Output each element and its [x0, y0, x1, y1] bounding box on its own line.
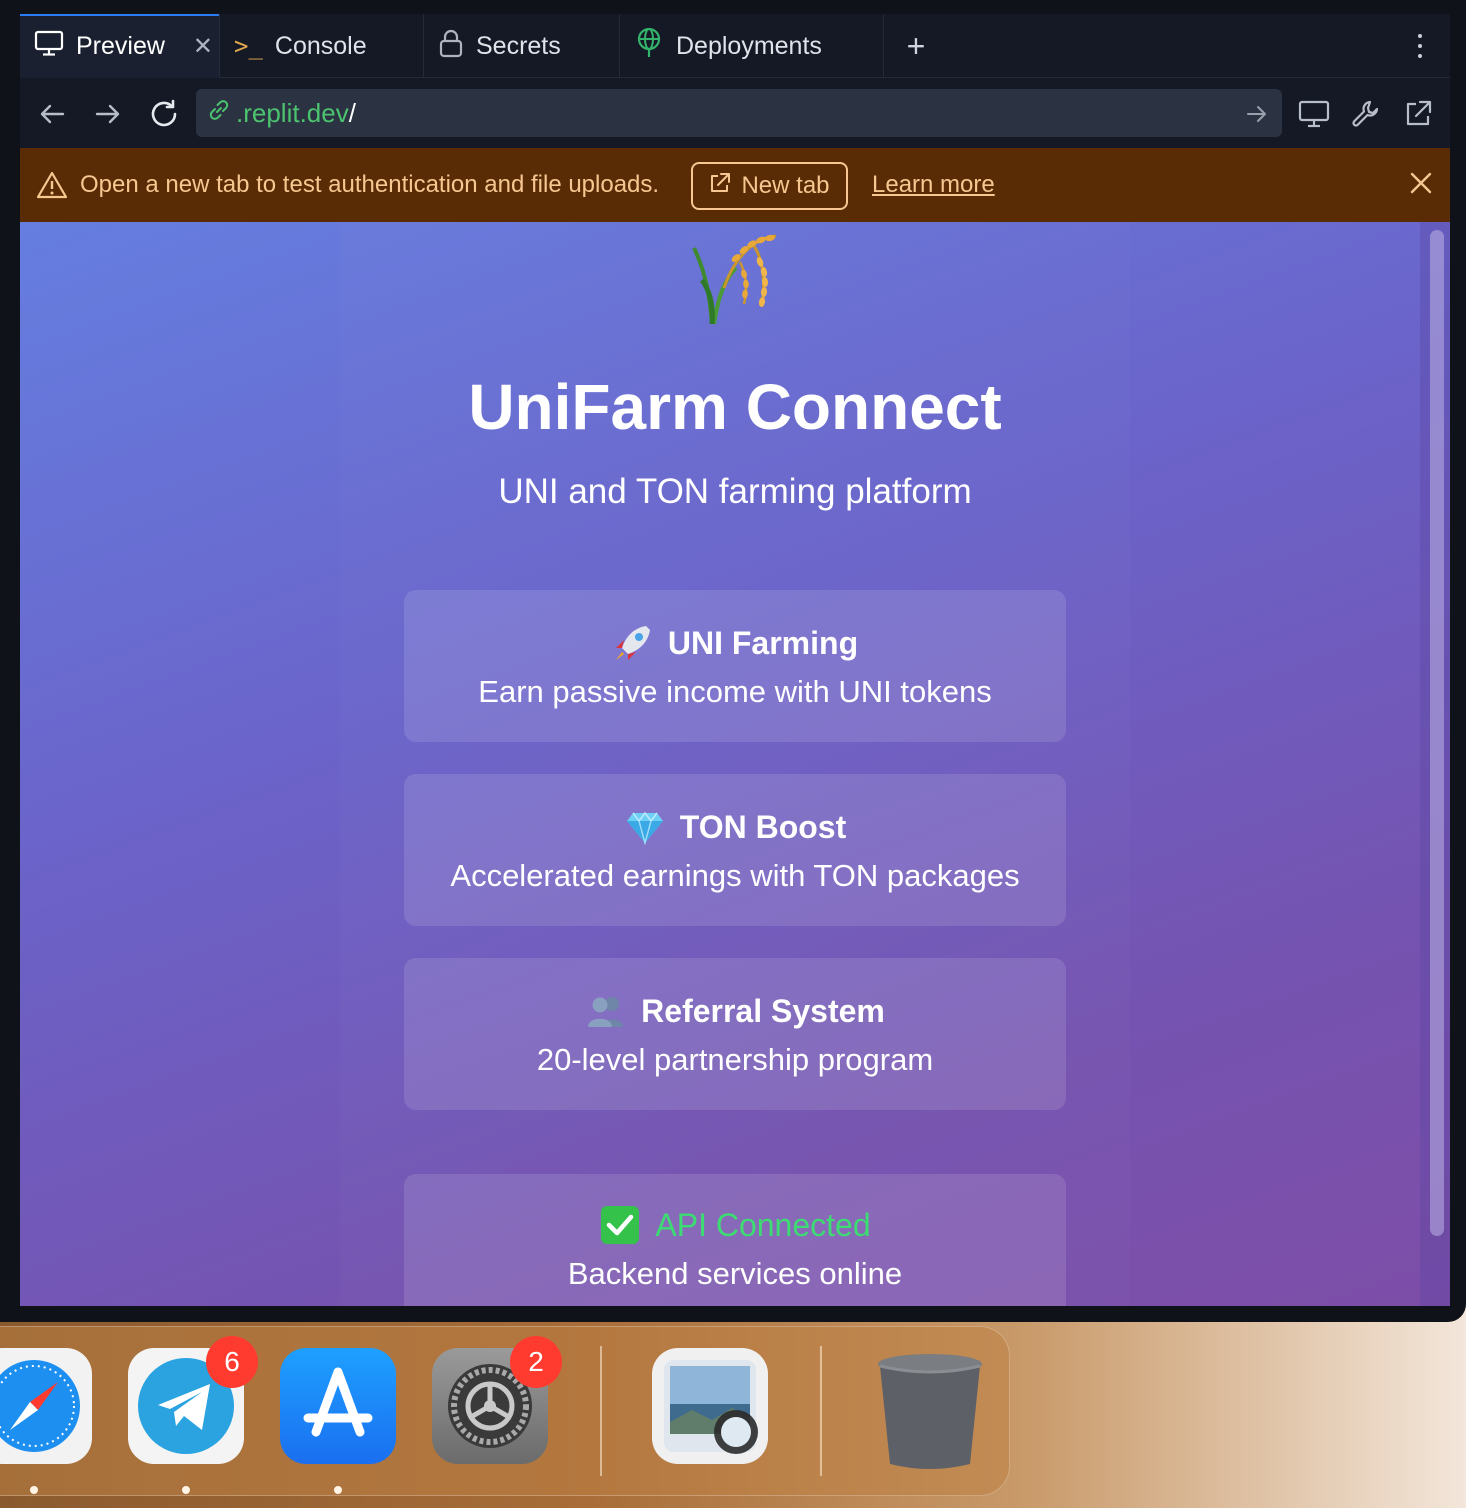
app-subtitle: UNI and TON farming platform: [498, 472, 972, 511]
warning-banner: Open a new tab to test authentication an…: [20, 148, 1450, 222]
new-tab-label: New tab: [741, 172, 830, 199]
card-title: TON Boost: [679, 808, 847, 845]
back-arrow-icon[interactable]: [32, 94, 72, 134]
running-indicator: [30, 1486, 38, 1494]
app-title: UniFarm Connect: [468, 371, 1002, 443]
ide-window: Preview ✕ >_ Console Secrets Deployments: [0, 0, 1466, 1322]
url-domain: .replit.dev: [236, 97, 349, 128]
devices-icon[interactable]: [1294, 94, 1334, 134]
plus-icon: +: [906, 27, 926, 64]
learn-more-link[interactable]: Learn more: [872, 171, 995, 199]
running-indicator: [334, 1486, 342, 1494]
api-status-card: API Connected Backend services online: [404, 1174, 1066, 1306]
forward-arrow-icon[interactable]: [88, 94, 128, 134]
telegram-badge: 6: [206, 1336, 258, 1388]
close-icon[interactable]: [1408, 170, 1434, 203]
gem-icon: [624, 806, 666, 848]
url-path: /: [348, 97, 356, 128]
tab-preview[interactable]: Preview ✕: [20, 14, 220, 78]
tab-deployments[interactable]: Deployments: [620, 14, 884, 78]
settings-badge: 2: [510, 1336, 562, 1388]
card-title: Referral System: [641, 992, 885, 1029]
card-title: UNI Farming: [667, 624, 859, 661]
tab-console[interactable]: >_ Console: [220, 14, 424, 78]
external-link-icon[interactable]: [1398, 94, 1438, 134]
dock-separator: [820, 1346, 822, 1476]
safari-icon[interactable]: [0, 1348, 92, 1464]
warning-icon: [36, 170, 68, 207]
deployments-icon: [634, 27, 664, 66]
feature-card-ton-boost: TON Boost Accelerated earnings with TON …: [404, 774, 1066, 926]
rice-plant-logo-icon: [684, 228, 784, 328]
close-icon[interactable]: ✕: [193, 32, 213, 61]
people-icon: [585, 990, 627, 1032]
add-tab-button[interactable]: +: [884, 14, 948, 78]
url-input[interactable]: .replit.dev /: [196, 89, 1282, 137]
card-description: Earn passive income with UNI tokens: [478, 674, 992, 709]
status-description: Backend services online: [567, 1256, 903, 1291]
monitor-icon: [34, 29, 64, 64]
reload-icon[interactable]: [144, 94, 184, 134]
card-description: Accelerated earnings with TON packages: [450, 858, 1020, 893]
lock-icon: [438, 28, 464, 65]
dock-separator: [600, 1346, 602, 1476]
tab-label: Deployments: [676, 31, 822, 60]
wrench-icon[interactable]: [1346, 94, 1386, 134]
banner-message: Open a new tab to test authentication an…: [80, 171, 660, 198]
rocket-icon: [612, 622, 654, 664]
card-description: 20-level partnership program: [536, 1042, 934, 1077]
app-store-icon[interactable]: [280, 1348, 396, 1464]
preview-app-icon[interactable]: [652, 1348, 768, 1464]
app-preview: UniFarm Connect UNI and TON farming plat…: [20, 222, 1450, 1306]
terminal-icon: >_: [234, 32, 263, 60]
feature-card-referral: Referral System 20-level partnership pro…: [404, 958, 1066, 1110]
check-mark-icon: [599, 1204, 641, 1246]
status-title: API Connected: [655, 1206, 871, 1243]
running-indicator: [182, 1486, 190, 1494]
tab-label: Secrets: [476, 31, 561, 60]
tab-label: Console: [274, 31, 367, 60]
tab-secrets[interactable]: Secrets: [424, 14, 620, 78]
external-link-icon: [709, 172, 731, 201]
preview-pane: Preview ✕ >_ Console Secrets Deployments: [20, 14, 1450, 1306]
feature-card-uni-farming: UNI Farming Earn passive income with UNI…: [404, 590, 1066, 742]
tab-bar: Preview ✕ >_ Console Secrets Deployments: [20, 14, 1450, 78]
link-icon: [206, 97, 232, 130]
scrollbar-track[interactable]: [1420, 222, 1450, 1306]
scrollbar-thumb[interactable]: [1430, 230, 1444, 1236]
new-tab-button[interactable]: New tab: [691, 162, 848, 210]
tab-label: Preview: [76, 31, 165, 60]
address-bar-row: .replit.dev /: [20, 78, 1450, 148]
more-options-icon[interactable]: [1408, 30, 1432, 62]
trash-icon[interactable]: [872, 1348, 988, 1469]
go-arrow-icon[interactable]: [1246, 101, 1268, 132]
